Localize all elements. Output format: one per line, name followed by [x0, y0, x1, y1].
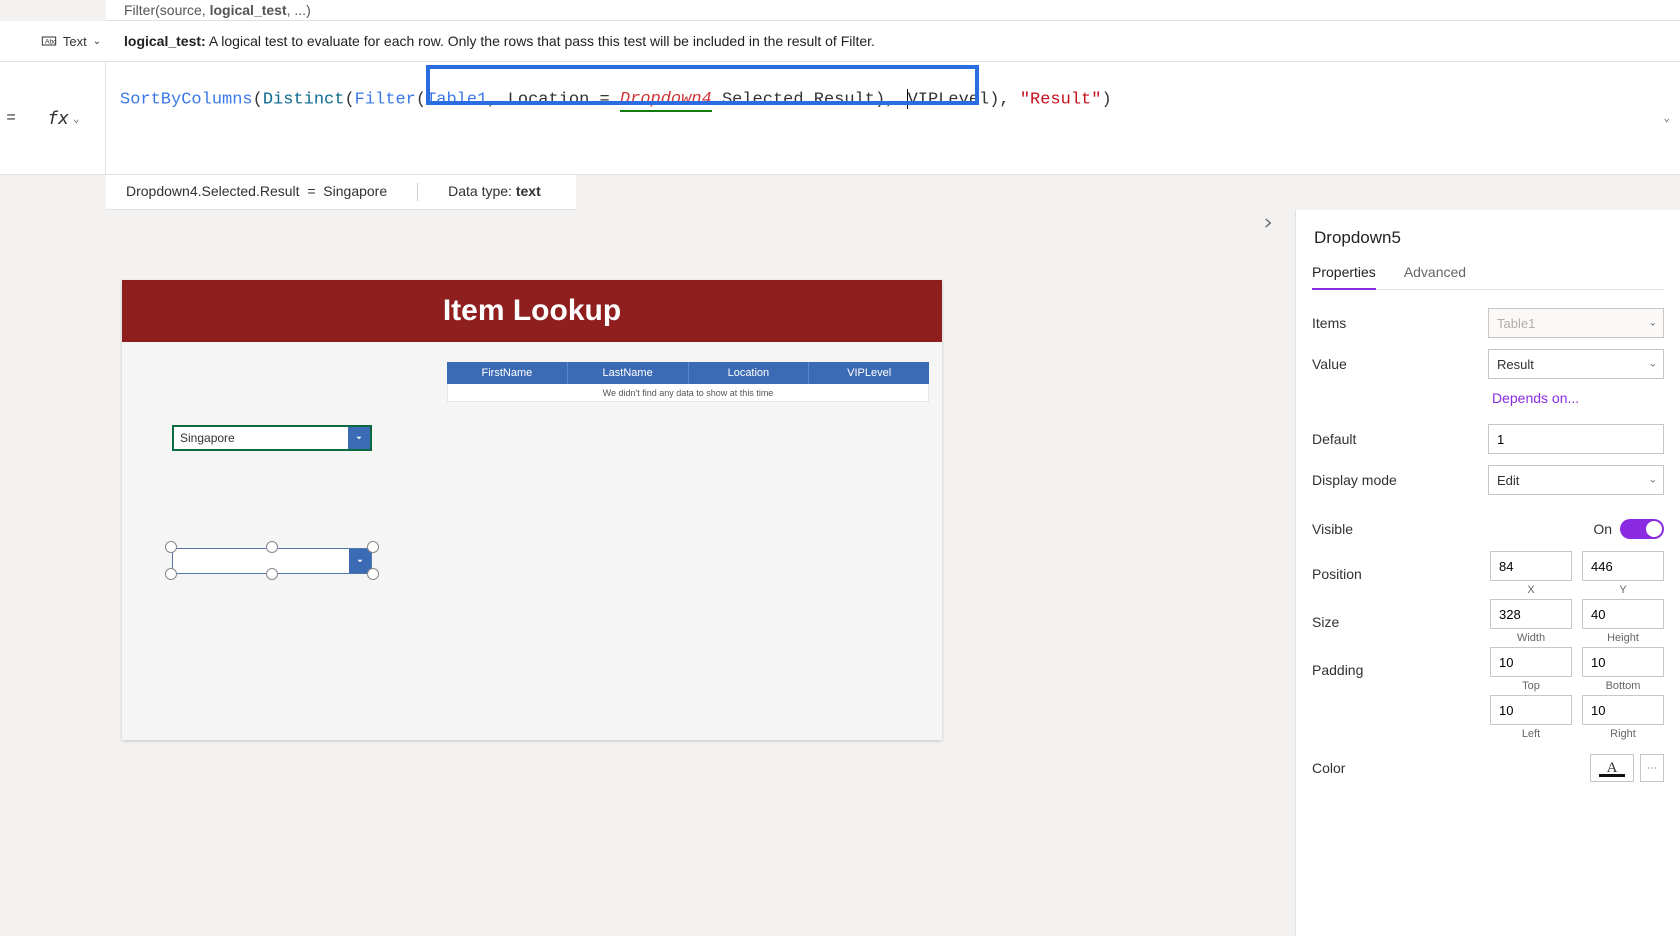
- items-dropdown[interactable]: Table1⌄: [1488, 308, 1664, 338]
- formula-input[interactable]: SortByColumns(Distinct(Filter(Table1, Lo…: [106, 62, 1680, 174]
- default-input[interactable]: [1488, 424, 1664, 454]
- selection-handle[interactable]: [266, 568, 278, 580]
- label-size: Size: [1312, 614, 1480, 630]
- intellisense-help: Abc Text ⌄ logical_test: A logical test …: [0, 21, 1680, 62]
- canvas-area[interactable]: Item Lookup FirstName LastName Location …: [0, 210, 1295, 936]
- data-table-header: FirstName LastName Location VIPLevel: [447, 362, 929, 384]
- selection-handle[interactable]: [367, 541, 379, 553]
- col-viplevel: VIPLevel: [809, 362, 929, 384]
- visible-on-text: On: [1593, 521, 1612, 537]
- color-more-icon[interactable]: ⋯: [1640, 754, 1664, 782]
- textbox-icon: Abc: [41, 33, 57, 49]
- pad-right-input[interactable]: [1582, 695, 1664, 725]
- intellisense-signature: Filter(source, logical_test, ...): [106, 0, 1680, 21]
- format-text-dropdown[interactable]: Abc Text ⌄: [18, 33, 124, 49]
- label-display-mode: Display mode: [1312, 472, 1478, 488]
- equals-label: =: [0, 62, 22, 174]
- svg-text:Abc: Abc: [45, 39, 57, 46]
- pos-y-input[interactable]: [1582, 551, 1664, 581]
- label-color: Color: [1312, 760, 1580, 776]
- dropdown4-value: Singapore: [174, 431, 348, 445]
- col-firstname: FirstName: [447, 362, 568, 384]
- selection-handle[interactable]: [165, 568, 177, 580]
- expand-formula-icon[interactable]: ⌄: [1663, 111, 1670, 125]
- formula-bar: = fx⌄ SortByColumns(Distinct(Filter(Tabl…: [0, 62, 1680, 175]
- depends-on-link[interactable]: Depends on...: [1492, 386, 1664, 420]
- label-position: Position: [1312, 566, 1480, 582]
- label-padding: Padding: [1312, 662, 1480, 678]
- selected-control-name: Dropdown5: [1312, 210, 1664, 258]
- label-visible: Visible: [1312, 521, 1583, 537]
- value-dropdown[interactable]: Result⌄: [1488, 349, 1664, 379]
- display-mode-dropdown[interactable]: Edit⌄: [1488, 465, 1664, 495]
- data-table-empty: We didn't find any data to show at this …: [447, 384, 929, 402]
- dropdown4[interactable]: Singapore: [172, 425, 372, 451]
- tab-advanced[interactable]: Advanced: [1404, 258, 1466, 289]
- height-input[interactable]: [1582, 599, 1664, 629]
- properties-panel: Dropdown5 Properties Advanced Items Tabl…: [1295, 210, 1680, 936]
- color-picker[interactable]: A: [1590, 754, 1634, 782]
- label-items: Items: [1312, 315, 1478, 331]
- page-title: Item Lookup: [122, 280, 942, 342]
- visible-toggle[interactable]: [1620, 519, 1664, 539]
- selection-handle[interactable]: [367, 568, 379, 580]
- fx-button[interactable]: fx⌄: [22, 62, 106, 174]
- col-lastname: LastName: [568, 362, 689, 384]
- pad-bottom-input[interactable]: [1582, 647, 1664, 677]
- app-screen: Item Lookup FirstName LastName Location …: [122, 280, 942, 740]
- label-default: Default: [1312, 431, 1478, 447]
- col-location: Location: [689, 362, 810, 384]
- pos-x-input[interactable]: [1490, 551, 1572, 581]
- pad-top-input[interactable]: [1490, 647, 1572, 677]
- chevron-down-icon[interactable]: [348, 427, 370, 449]
- tab-properties[interactable]: Properties: [1312, 258, 1376, 290]
- panel-tabs: Properties Advanced: [1312, 258, 1664, 290]
- pad-left-input[interactable]: [1490, 695, 1572, 725]
- formula-eval-row: Dropdown4.Selected.Result = Singapore Da…: [106, 175, 576, 210]
- label-value: Value: [1312, 356, 1478, 372]
- width-input[interactable]: [1490, 599, 1572, 629]
- panel-collapse-icon[interactable]: [1261, 216, 1275, 235]
